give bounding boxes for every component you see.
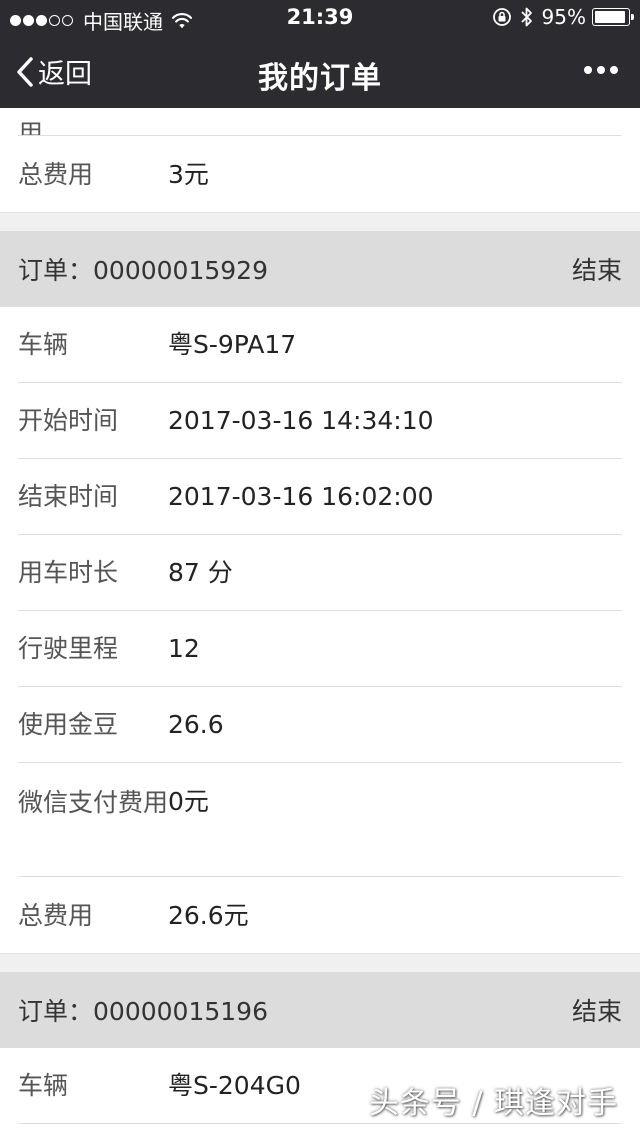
navigation-bar: 返回 我的订单 <box>0 36 640 108</box>
detail-row-total: 总费用 26.6元 <box>18 877 622 953</box>
more-dot-icon <box>610 66 618 74</box>
order-card[interactable]: 订单：00000015929 结束 车辆 粤S-9PA17 开始时间 2017-… <box>0 231 640 953</box>
order-status: 结束 <box>571 256 622 285</box>
detail-row-duration: 用车时长 87 分 <box>18 535 622 611</box>
row-value: 87 分 <box>168 558 233 587</box>
detail-row: 用 <box>18 108 622 136</box>
status-right: 95% <box>492 5 634 29</box>
battery-level <box>595 11 626 23</box>
order-number: 订单：00000015929 <box>18 256 268 285</box>
row-value: 0元 <box>168 787 209 816</box>
order-number: 订单：00000015196 <box>18 997 268 1026</box>
row-value: 12 <box>168 634 200 663</box>
row-label: 用 <box>18 119 44 135</box>
card-separator <box>0 953 640 972</box>
row-label: 车辆 <box>18 1071 69 1100</box>
row-value: 2017-03-16 14:34:10 <box>168 406 434 435</box>
status-bar: 中国联通 21:39 95% <box>0 0 640 36</box>
row-value: 3元 <box>168 159 209 189</box>
order-card-previous: 用 总费用 3元 <box>0 108 640 212</box>
row-label: 结束时间 <box>18 482 119 511</box>
row-value: 粤S-204G0 <box>168 1071 301 1100</box>
row-value: 26.6 <box>168 710 224 739</box>
row-label: 微信支付费用 <box>18 788 169 817</box>
detail-row-wechat-pay: 微信支付费用 0元 <box>18 763 622 877</box>
row-value: 粤S-9PA17 <box>168 330 297 359</box>
order-header[interactable]: 订单：00000015196 结束 <box>0 972 640 1048</box>
page-title: 我的订单 <box>258 61 382 96</box>
battery-percent: 95% <box>541 5 586 29</box>
row-label: 车辆 <box>18 330 69 359</box>
row-label: 总费用 <box>18 900 94 930</box>
watermark: 头条号 / 琪逢对手 <box>368 1086 618 1121</box>
top-bar: 中国联通 21:39 95% 返回 我的订单 <box>0 0 640 108</box>
row-label: 总费用 <box>18 159 94 189</box>
row-value: 26.6元 <box>168 900 249 930</box>
detail-row-total: 总费用 3元 <box>18 136 622 212</box>
detail-row-beans-used: 使用金豆 26.6 <box>18 687 622 763</box>
row-label: 行驶里程 <box>18 634 119 663</box>
order-status: 结束 <box>571 997 622 1026</box>
card-separator <box>0 212 640 231</box>
more-menu-button[interactable] <box>579 66 618 74</box>
row-label: 用车时长 <box>18 558 119 587</box>
row-value: 2017-03-16 16:02:00 <box>168 482 434 511</box>
row-label: 使用金豆 <box>18 710 119 739</box>
row-label: 开始时间 <box>18 406 119 435</box>
battery-icon <box>592 8 634 26</box>
order-list-screen: 中国联通 21:39 95% 返回 我的订单 用 总费用 3元 订单：00000… <box>0 0 640 1138</box>
more-dot-icon <box>597 66 605 74</box>
order-header[interactable]: 订单：00000015929 结束 <box>0 231 640 307</box>
detail-row-vehicle: 车辆 粤S-9PA17 <box>18 307 622 383</box>
detail-row-mileage: 行驶里程 12 <box>18 611 622 687</box>
more-dot-icon <box>584 66 592 74</box>
detail-row-start-time: 开始时间 2017-03-16 14:34:10 <box>18 383 622 459</box>
detail-row-end-time: 结束时间 2017-03-16 16:02:00 <box>18 459 622 535</box>
bluetooth-icon <box>520 7 532 27</box>
order-list[interactable]: 用 总费用 3元 订单：00000015929 结束 车辆 粤S-9PA17 开… <box>0 108 640 1124</box>
rotation-lock-icon <box>492 8 511 26</box>
